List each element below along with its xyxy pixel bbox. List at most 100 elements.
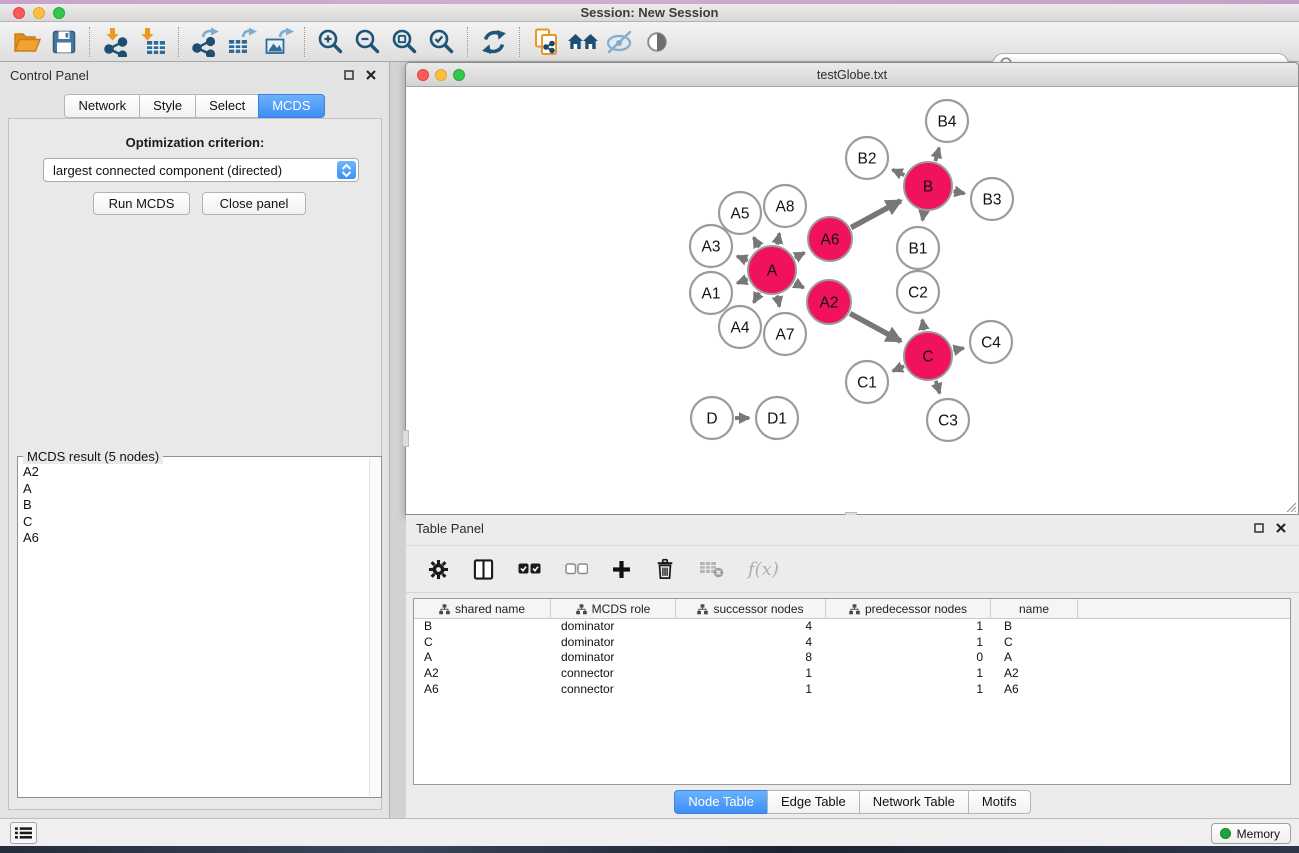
mcds-result-item[interactable]: A6 bbox=[21, 530, 368, 547]
export-network-button[interactable] bbox=[186, 24, 223, 60]
run-mcds-button[interactable]: Run MCDS bbox=[93, 192, 190, 215]
table-tab-network-table[interactable]: Network Table bbox=[859, 790, 969, 814]
deselect-all-button[interactable] bbox=[565, 563, 588, 575]
table-row[interactable]: Cdominator41C bbox=[414, 635, 1290, 651]
table-row[interactable]: A2connector11A2 bbox=[414, 666, 1290, 682]
graph-node-A6[interactable]: A6 bbox=[808, 217, 852, 261]
graph-node-D1[interactable]: D1 bbox=[756, 397, 798, 439]
open-session-button[interactable] bbox=[8, 24, 45, 60]
float-table-panel-icon[interactable] bbox=[1251, 520, 1267, 536]
app-titlebar[interactable]: Session: New Session bbox=[0, 4, 1299, 22]
graph-node-B4[interactable]: B4 bbox=[926, 100, 968, 142]
save-session-button[interactable] bbox=[45, 24, 82, 60]
graph-node-A2[interactable]: A2 bbox=[807, 280, 851, 324]
zoom-selected-button[interactable] bbox=[423, 24, 460, 60]
graph-edge-A-A1[interactable] bbox=[737, 279, 747, 283]
graph-edge-A-A5[interactable] bbox=[754, 237, 760, 247]
graph-edge-C-C1[interactable] bbox=[893, 366, 904, 371]
graph-node-A[interactable]: A bbox=[748, 246, 796, 294]
graph-node-D[interactable]: D bbox=[691, 397, 733, 439]
hide-glasses-button[interactable] bbox=[601, 24, 638, 60]
graph-edge-A-A6[interactable] bbox=[795, 253, 804, 258]
graph-edge-A-A7[interactable] bbox=[777, 295, 779, 306]
column-header-shared-name[interactable]: shared name bbox=[414, 599, 551, 619]
result-scrollbar[interactable] bbox=[369, 458, 380, 796]
zoom-out-button[interactable] bbox=[349, 24, 386, 60]
graph-node-B[interactable]: B bbox=[904, 162, 952, 210]
table-row[interactable]: Adominator80A bbox=[414, 650, 1290, 666]
graph-edge-A-A4[interactable] bbox=[754, 293, 760, 303]
contrast-button[interactable] bbox=[638, 24, 675, 60]
home-button[interactable] bbox=[564, 24, 601, 60]
new-network-button[interactable] bbox=[527, 24, 564, 60]
vertical-splitter-handle[interactable] bbox=[402, 430, 409, 447]
mcds-result-item[interactable]: B bbox=[21, 497, 368, 514]
delete-table-button[interactable] bbox=[699, 559, 724, 579]
graph-edge-A-A2[interactable] bbox=[795, 283, 804, 288]
close-table-panel-icon[interactable] bbox=[1273, 520, 1289, 536]
graph-node-A7[interactable]: A7 bbox=[764, 313, 806, 355]
tab-mcds[interactable]: MCDS bbox=[258, 94, 324, 118]
import-network-button[interactable] bbox=[97, 24, 134, 60]
graph-edge-C-C4[interactable] bbox=[953, 348, 963, 350]
network-window-titlebar[interactable]: testGlobe.txt bbox=[406, 63, 1298, 87]
export-image-button[interactable] bbox=[260, 24, 297, 60]
graph-node-B3[interactable]: B3 bbox=[971, 178, 1013, 220]
graph-edge-A-A3[interactable] bbox=[737, 256, 748, 260]
graph-node-A3[interactable]: A3 bbox=[690, 225, 732, 267]
resize-grip-icon[interactable] bbox=[1284, 500, 1296, 512]
graph-node-C3[interactable]: C3 bbox=[927, 399, 969, 441]
graph-node-B1[interactable]: B1 bbox=[897, 227, 939, 269]
export-table-button[interactable] bbox=[223, 24, 260, 60]
graph-node-A1[interactable]: A1 bbox=[690, 272, 732, 314]
graph-edge-A-A8[interactable] bbox=[777, 233, 779, 244]
delete-button[interactable] bbox=[655, 558, 675, 580]
graph-node-C1[interactable]: C1 bbox=[846, 361, 888, 403]
criterion-dropdown[interactable]: largest connected component (directed) bbox=[43, 158, 359, 182]
refresh-button[interactable] bbox=[475, 24, 512, 60]
zoom-fit-button[interactable] bbox=[386, 24, 423, 60]
add-column-button[interactable] bbox=[612, 560, 631, 579]
task-history-button[interactable] bbox=[10, 822, 37, 844]
mcds-result-item[interactable]: A2 bbox=[21, 464, 368, 481]
close-panel-icon[interactable] bbox=[363, 67, 379, 83]
float-panel-icon[interactable] bbox=[341, 67, 357, 83]
zoom-in-button[interactable] bbox=[312, 24, 349, 60]
settings-gear-button[interactable] bbox=[428, 559, 449, 580]
table-row[interactable]: A6connector11A6 bbox=[414, 682, 1290, 698]
graph-node-C2[interactable]: C2 bbox=[897, 271, 939, 313]
graph-node-A4[interactable]: A4 bbox=[719, 306, 761, 348]
tab-network[interactable]: Network bbox=[64, 94, 140, 118]
table-row[interactable]: Bdominator41B bbox=[414, 619, 1290, 635]
table-tab-node-table[interactable]: Node Table bbox=[674, 790, 768, 814]
graph-edge-C-C3[interactable] bbox=[936, 381, 940, 393]
graph-node-C[interactable]: C bbox=[904, 332, 952, 380]
graph-node-C4[interactable]: C4 bbox=[970, 321, 1012, 363]
table-tab-motifs[interactable]: Motifs bbox=[968, 790, 1031, 814]
function-builder-button[interactable]: f(x) bbox=[748, 559, 779, 580]
graph-edge-A2-C[interactable] bbox=[850, 313, 901, 341]
column-header-name[interactable]: name bbox=[991, 599, 1078, 619]
import-table-button[interactable] bbox=[134, 24, 171, 60]
columns-button[interactable] bbox=[473, 559, 494, 580]
graph-node-A5[interactable]: A5 bbox=[719, 192, 761, 234]
memory-button[interactable]: Memory bbox=[1211, 823, 1291, 844]
select-all-button[interactable] bbox=[518, 563, 541, 575]
graph-edge-B-B3[interactable] bbox=[953, 191, 964, 193]
column-header-predecessor-nodes[interactable]: predecessor nodes bbox=[826, 599, 991, 619]
graph-node-A8[interactable]: A8 bbox=[764, 185, 806, 227]
column-header-successor-nodes[interactable]: successor nodes bbox=[676, 599, 826, 619]
network-view[interactable]: B4B2BB3A8A5A6A3B1AA1C2A2A4A7C4CC1C3DD1 bbox=[407, 88, 1297, 514]
mcds-result-item[interactable]: A bbox=[21, 481, 368, 498]
table-tab-edge-table[interactable]: Edge Table bbox=[767, 790, 860, 814]
tab-style[interactable]: Style bbox=[139, 94, 196, 118]
tab-select[interactable]: Select bbox=[195, 94, 259, 118]
close-panel-button[interactable]: Close panel bbox=[202, 192, 306, 215]
graph-edge-B-B2[interactable] bbox=[892, 170, 904, 175]
column-header-MCDS-role[interactable]: MCDS role bbox=[551, 599, 676, 619]
mcds-result-item[interactable]: C bbox=[21, 514, 368, 531]
graph-edge-C-C2[interactable] bbox=[922, 320, 924, 331]
graph-edge-A6-B[interactable] bbox=[851, 201, 901, 228]
graph-edge-B-B4[interactable] bbox=[935, 148, 939, 161]
graph-edge-B-B1[interactable] bbox=[922, 212, 923, 221]
